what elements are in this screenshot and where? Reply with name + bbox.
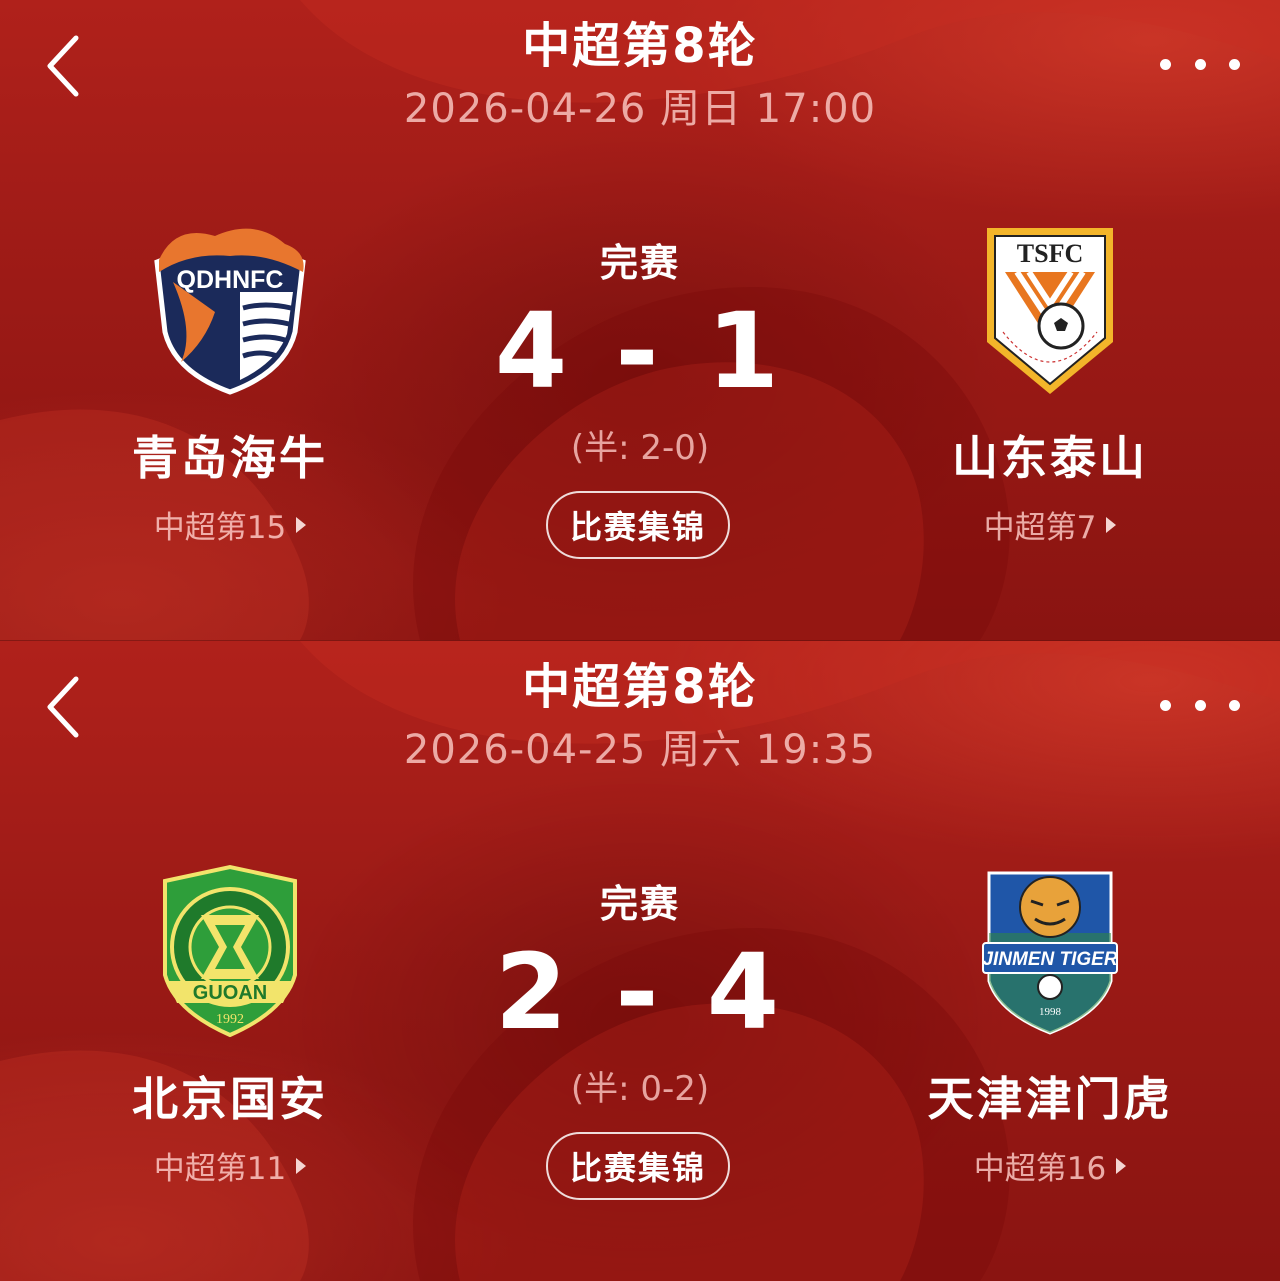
logo-year: 1998	[1039, 1006, 1062, 1018]
away-team-rank-link[interactable]: 中超第16	[973, 1143, 1127, 1188]
away-team-rank-link[interactable]: 中超第7	[984, 502, 1117, 547]
match-datetime: 2026-04-25 周六 19:35	[403, 727, 877, 773]
round-title: 中超第8轮	[522, 18, 758, 74]
match-panel-2: 中超第8轮 2026-04-25 周六 19:35 GUOAN 1992 北京国…	[0, 640, 1280, 1281]
away-team-rank: 中超第7	[983, 510, 1097, 546]
chevron-right-icon	[296, 1157, 307, 1174]
chevron-right-icon	[1106, 516, 1117, 533]
highlights-button[interactable]: 比赛集锦	[546, 491, 730, 559]
home-team-rank-link[interactable]: 中超第11	[153, 1143, 307, 1188]
logo-text: TSFC	[1017, 239, 1083, 268]
match-panel-1: 中超第8轮 2026-04-26 周日 17:00 QDHNFC 青岛海牛 中超…	[0, 0, 1280, 640]
logo-text: JINMEN TIGER	[982, 949, 1117, 970]
home-team-rank: 中超第15	[153, 510, 287, 546]
tianjin-jinmen-tiger-logo-icon: JINMEN TIGER 1998	[982, 871, 1118, 1035]
highlights-button[interactable]: 比赛集锦	[546, 1132, 730, 1200]
home-team-rank-link[interactable]: 中超第15	[153, 502, 307, 547]
away-team-name: 山东泰山	[952, 431, 1148, 485]
home-team-rank: 中超第11	[153, 1151, 287, 1187]
chevron-right-icon	[296, 516, 307, 533]
match-datetime: 2026-04-26 周日 17:00	[403, 86, 877, 132]
away-team[interactable]: TSFC 山东泰山 中超第7	[880, 222, 1220, 547]
away-team[interactable]: JINMEN TIGER 1998 天津津门虎 中超第16	[880, 863, 1220, 1188]
round-title: 中超第8轮	[522, 659, 758, 715]
away-team-name: 天津津门虎	[927, 1072, 1173, 1126]
away-team-rank: 中超第16	[973, 1151, 1107, 1187]
shandong-taishan-logo-icon: TSFC	[987, 228, 1113, 394]
chevron-right-icon	[1116, 1157, 1127, 1174]
